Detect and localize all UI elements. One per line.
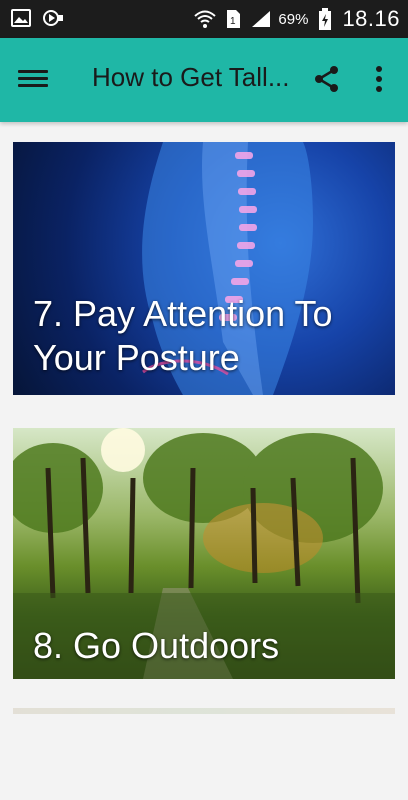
more-vertical-icon [376, 66, 382, 92]
signal-icon [250, 9, 272, 29]
battery-charging-icon [314, 8, 336, 30]
battery-percent: 69% [278, 10, 309, 28]
menu-button[interactable] [18, 66, 48, 94]
status-right: 1 69% 18.16 [194, 6, 400, 32]
hamburger-icon-line [18, 77, 48, 80]
next-card-partial[interactable] [13, 708, 395, 714]
svg-text:1: 1 [230, 16, 236, 27]
share-button[interactable] [312, 64, 342, 94]
page-title: How to Get Tall... [92, 62, 290, 92]
tip-card-outdoors[interactable]: 8. Go Outdoors [13, 428, 395, 679]
card-caption: 7. Pay Attention To Your Posture [33, 293, 333, 378]
app-bar: How to Get Tall... [0, 38, 408, 122]
status-bar: 1 69% 18.16 [0, 0, 408, 38]
wifi-icon [194, 9, 217, 29]
hamburger-icon-line [18, 84, 48, 87]
image-icon [10, 8, 32, 28]
video-icon [42, 8, 64, 28]
tip-card-posture[interactable]: 7. Pay Attention To Your Posture [13, 142, 395, 395]
overflow-menu-button[interactable] [372, 64, 386, 94]
sim-icon: 1 [222, 9, 244, 29]
status-left-icons [10, 8, 64, 28]
card-caption: 8. Go Outdoors [33, 625, 280, 666]
share-icon [315, 66, 338, 92]
hamburger-icon-line [18, 70, 48, 73]
status-time: 18.16 [342, 6, 400, 31]
